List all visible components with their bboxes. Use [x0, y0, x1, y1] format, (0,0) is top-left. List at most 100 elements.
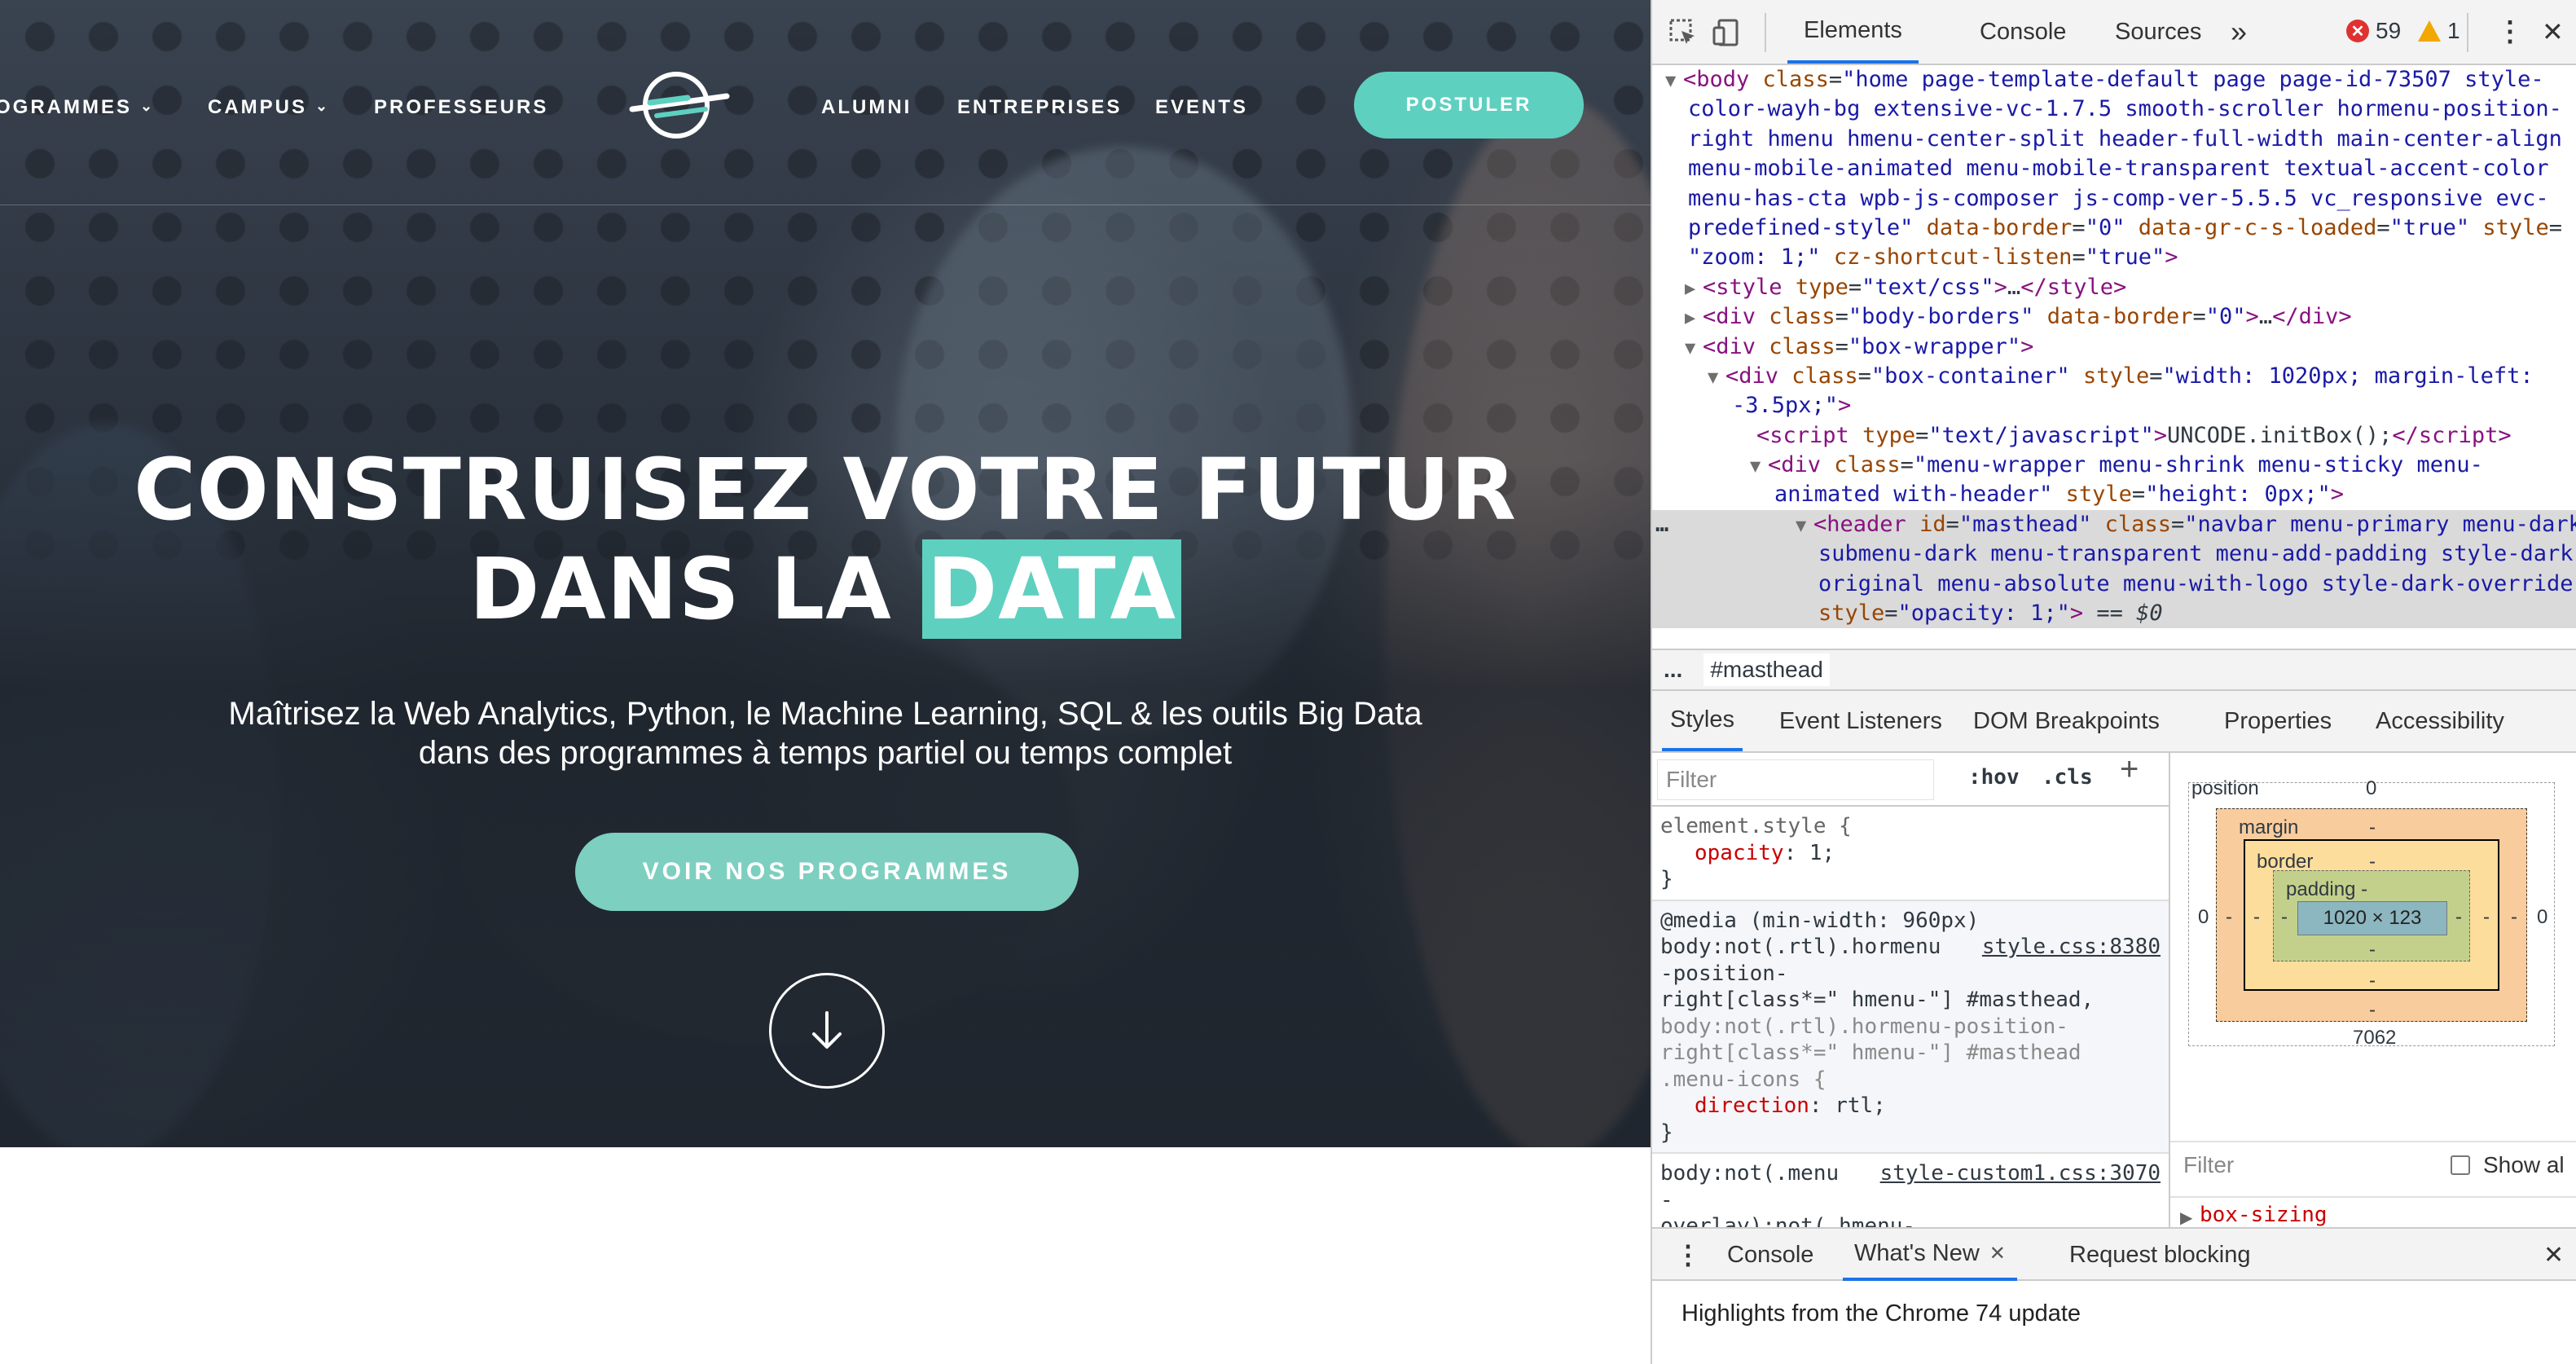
tab-event-listeners[interactable]: Event Listeners: [1779, 691, 1942, 751]
tab-styles[interactable]: Styles: [1662, 691, 1743, 751]
new-rule-button[interactable]: +: [2120, 753, 2139, 785]
tab-dom-breakpoints[interactable]: DOM Breakpoints: [1973, 691, 2160, 751]
dom-node-line[interactable]: predefined-style" data-border="0" data-g…: [1652, 213, 2576, 243]
breadcrumb-item-masthead[interactable]: #masthead: [1703, 653, 1830, 686]
close-icon[interactable]: ✕: [1989, 1242, 2006, 1265]
dom-node-line[interactable]: animated with-header" style="height: 0px…: [1652, 480, 2576, 509]
dom-node-line[interactable]: ▼ <div class="menu-wrapper menu-shrink me…: [1652, 451, 2576, 480]
nav-item-label: ALUMNI: [821, 96, 912, 118]
toolbar-divider: [2467, 13, 2468, 52]
margin-bottom-value: -: [2369, 999, 2376, 1021]
nav-item-label: EVENTS: [1155, 96, 1249, 118]
node-actions-icon[interactable]: …: [1655, 510, 1668, 539]
rule-close: }: [1660, 1120, 1673, 1145]
dom-tree[interactable]: ▼ <body class="home page-template-default…: [1652, 65, 2576, 644]
computed-filter-input[interactable]: Filter: [2183, 1152, 2234, 1178]
scroll-down-button[interactable]: [769, 973, 885, 1089]
dom-node-line[interactable]: original menu-absolute menu-with-logo st…: [1652, 569, 2576, 600]
dom-node-line[interactable]: style="opacity: 1;"> == $0: [1652, 599, 2576, 629]
devtools-toolbar: Elements Console Sources » ✕ 59 1 ⋮ ✕: [1652, 0, 2576, 65]
rule-selector: element.style {: [1660, 814, 1852, 838]
close-drawer-icon[interactable]: ✕: [2543, 1229, 2564, 1281]
content-size: 1020 × 123: [2323, 907, 2422, 929]
breadcrumb: ... #masthead: [1652, 649, 2576, 691]
dom-node-line[interactable]: ▼ <body class="home page-template-default…: [1652, 65, 2576, 95]
dom-node-line[interactable]: menu-mobile-animated menu-mobile-transpa…: [1652, 154, 2576, 183]
device-toolbar-icon[interactable]: [1711, 16, 1743, 49]
view-programs-button[interactable]: VOIR NOS PROGRAMMES: [575, 833, 1079, 911]
dom-node-line[interactable]: color-wayh-bg extensive-vc-1.7.5 smooth-…: [1652, 95, 2576, 124]
more-tabs-icon[interactable]: »: [2231, 0, 2247, 64]
rule-selector: body:not(.rtl).hormenu-position-: [1660, 1014, 2068, 1039]
hov-toggle[interactable]: :hov: [1968, 764, 2020, 791]
nav-item-alumni[interactable]: ALUMNI: [821, 96, 912, 119]
inspect-element-icon[interactable]: [1667, 16, 1699, 49]
tab-sources[interactable]: Sources: [2105, 0, 2211, 64]
source-link[interactable]: style-custom1.css:3070: [1880, 1160, 2161, 1187]
styles-filter-input[interactable]: Filter: [1657, 759, 1934, 800]
nav-item-label: ENTREPRISES: [957, 96, 1123, 118]
computed-divider: [2170, 1141, 2576, 1142]
hero-section: OGRAMMES ⌄ CAMPUS ⌄ PROFESSEURS ALUMNI ENT…: [0, 0, 1651, 1147]
nav-item-events[interactable]: EVENTS: [1155, 96, 1248, 119]
dom-node-line[interactable]: "zoom: 1;" cz-shortcut-listen="true">: [1652, 243, 2576, 272]
breadcrumb-dots[interactable]: ...: [1664, 657, 1682, 683]
expand-triangle-icon[interactable]: ▶: [1685, 275, 1703, 304]
dom-node-line[interactable]: -3.5px;">: [1652, 391, 2576, 420]
toolbar-divider: [1765, 13, 1766, 52]
padding-label: padding -: [2286, 878, 2368, 900]
show-all-checkbox[interactable]: [2451, 1155, 2470, 1175]
dom-node-line[interactable]: menu-has-cta wpb-js-composer js-comp-ver…: [1652, 184, 2576, 213]
drawer-tab-whats-new[interactable]: What's New ✕: [1843, 1229, 2017, 1281]
dom-node-line[interactable]: ▶ <div class="body-borders" data-border="…: [1652, 302, 2576, 332]
nav-item-professeurs[interactable]: PROFESSEURS: [374, 96, 548, 119]
dom-node-line[interactable]: <script type="text/javascript">UNCODE.in…: [1652, 421, 2576, 451]
rule-declaration[interactable]: direction: rtl;: [1660, 1093, 2161, 1120]
dom-node-line[interactable]: submenu-dark menu-transparent menu-add-p…: [1652, 539, 2576, 570]
error-counter[interactable]: ✕ 59: [2346, 18, 2401, 44]
drawer-tab-console[interactable]: Console: [1714, 1229, 1826, 1281]
property-value: 1;: [1809, 840, 1835, 865]
expand-triangle-icon[interactable]: ▼: [1708, 363, 1725, 393]
nav-item-entreprises[interactable]: ENTREPRISES: [957, 96, 1122, 119]
margin-right-value: -: [2511, 906, 2517, 928]
warning-counter[interactable]: 1: [2418, 18, 2460, 44]
tab-accessibility[interactable]: Accessibility: [2376, 691, 2504, 751]
nav-item-campus[interactable]: CAMPUS ⌄: [208, 96, 330, 119]
computed-property-name[interactable]: box-sizing: [2200, 1203, 2328, 1227]
tab-properties[interactable]: Properties: [2224, 691, 2332, 751]
tab-console[interactable]: Console: [1970, 0, 2076, 64]
drawer-menu-icon[interactable]: ⋮: [1675, 1229, 1701, 1281]
css-rule[interactable]: @media (min-width: 960px) body:not(.rtl)…: [1652, 900, 2169, 1154]
dom-node-line[interactable]: ▶ <style type="text/css">…</style>: [1652, 273, 2576, 302]
nav-item-programmes[interactable]: OGRAMMES ⌄: [0, 96, 155, 119]
box-model-content[interactable]: 1020 × 123: [2297, 901, 2447, 935]
position-top-value: 0: [2366, 777, 2377, 799]
website-viewport: OGRAMMES ⌄ CAMPUS ⌄ PROFESSEURS ALUMNI ENT…: [0, 0, 1651, 1364]
rule-selector: right[class*=" hmenu-"] #masthead,: [1660, 988, 2095, 1012]
expand-triangle-icon[interactable]: ▶: [1685, 304, 1703, 333]
expand-triangle-icon[interactable]: ▶: [2180, 1208, 2192, 1228]
dom-node-line[interactable]: ▼ <div class="box-wrapper">: [1652, 332, 2576, 362]
tab-elements[interactable]: Elements: [1787, 0, 1919, 64]
dom-node-line[interactable]: ▼ <div class="box-container" style="width…: [1652, 362, 2576, 391]
rule-selector: right[class*=" hmenu-"] #masthead: [1660, 1041, 2081, 1065]
dom-node-line[interactable]: ▼ <header id="masthead" class="navbar men…: [1652, 509, 2576, 541]
dom-node-line[interactable]: right hmenu hmenu-center-split header-fu…: [1652, 125, 2576, 154]
element-style-rule[interactable]: element.style { opacity: 1; }: [1652, 807, 2169, 901]
styles-subtabs: Styles Event Listeners DOM Breakpoints P…: [1652, 691, 2576, 753]
hero-title-line1: CONSTRUISEZ VOTRE FUTUR: [134, 440, 1517, 539]
kebab-menu-icon[interactable]: ⋮: [2496, 0, 2524, 64]
expand-triangle-icon[interactable]: ▼: [1750, 452, 1768, 482]
source-link[interactable]: style.css:8380: [1982, 934, 2161, 961]
expand-triangle-icon[interactable]: ▼: [1685, 334, 1703, 363]
cls-toggle[interactable]: .cls: [2042, 764, 2093, 791]
expand-triangle-icon[interactable]: ▼: [1665, 67, 1683, 96]
rule-declaration[interactable]: opacity: 1;: [1660, 840, 2161, 867]
drawer-tab-request-blocking[interactable]: Request blocking: [2058, 1229, 2262, 1281]
css-rule[interactable]: body:not(.menu style-custom1.css:3070 - o…: [1652, 1154, 2169, 1234]
apply-button[interactable]: POSTULER: [1354, 72, 1584, 139]
close-icon[interactable]: ✕: [2542, 0, 2564, 64]
site-logo[interactable]: [627, 67, 732, 143]
expand-triangle-icon[interactable]: ▼: [1796, 512, 1813, 541]
